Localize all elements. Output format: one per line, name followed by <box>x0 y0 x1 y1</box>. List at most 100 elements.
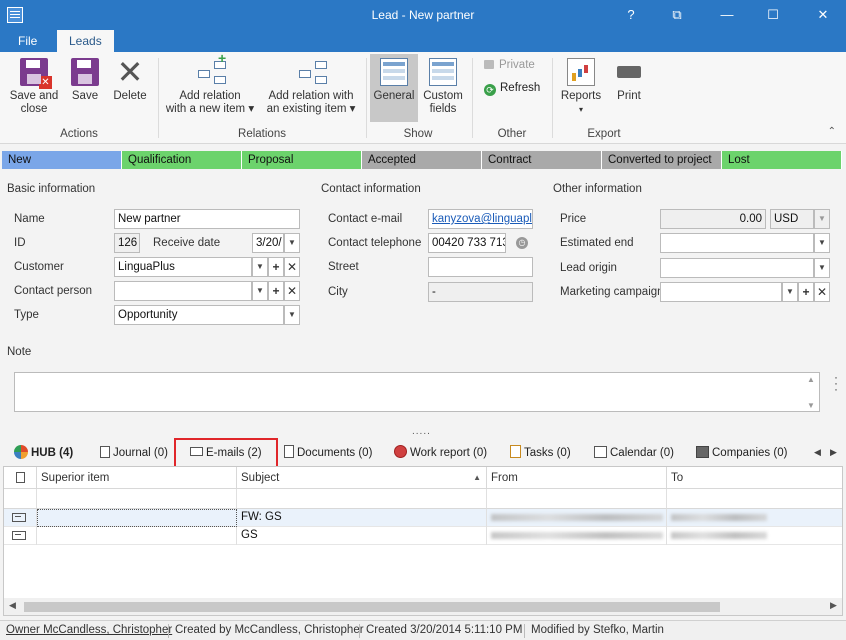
marketing-campaign-input[interactable] <box>660 282 782 302</box>
tab-scroll-left-icon[interactable]: ◀ <box>814 447 821 458</box>
row-from[interactable] <box>487 527 667 545</box>
scroll-left-icon[interactable]: ◀ <box>9 600 16 611</box>
marketing-campaign-add-icon[interactable]: + <box>798 282 814 302</box>
row-superior-item[interactable] <box>37 509 237 527</box>
contact-email-input[interactable]: kanyzova@linguaplu <box>428 209 533 229</box>
reports-dropdown-icon: ▾ <box>578 105 583 114</box>
row-subject[interactable]: GS <box>237 527 487 545</box>
clock-icon[interactable]: ◷ <box>516 237 528 249</box>
collapse-ribbon-icon[interactable]: ⌃ <box>828 126 836 137</box>
estimated-end-dropdown-icon[interactable]: ▼ <box>814 233 830 253</box>
column-to[interactable]: To <box>667 467 842 489</box>
add-relation-existing-button[interactable]: Add relation with an existing item ▾ <box>262 58 360 116</box>
tab-scroll-right-icon[interactable]: ▶ <box>830 447 837 458</box>
stage-bar: New Qualification Proposal Accepted Cont… <box>0 151 846 169</box>
horizontal-scrollbar[interactable]: ◀ ▶ <box>4 598 842 615</box>
restore-icon[interactable]: ⧉ <box>654 0 700 30</box>
row-superior-item[interactable] <box>37 527 237 545</box>
type-select[interactable]: Opportunity <box>114 305 284 325</box>
contact-person-add-icon[interactable]: + <box>268 281 284 301</box>
add-relation-new-button[interactable]: + Add relation with a new item ▾ <box>164 51 256 116</box>
stage-new[interactable]: New <box>2 151 122 169</box>
more-options-icon[interactable]: · · · <box>834 371 838 395</box>
filter-subject[interactable] <box>237 489 487 509</box>
name-input[interactable]: New partner <box>114 209 300 229</box>
receive-date-label: Receive date <box>153 237 221 249</box>
save-and-close-button[interactable]: ✕ Save and close <box>6 58 62 116</box>
stage-proposal[interactable]: Proposal <box>242 151 362 169</box>
note-textarea[interactable]: ▲ ▼ <box>14 372 820 412</box>
column-subject[interactable]: Subject ▲ <box>237 467 487 489</box>
table-row[interactable]: FW: GS <box>4 509 842 527</box>
filter-from[interactable] <box>487 489 667 509</box>
tab-journal[interactable]: Journal (0) <box>100 444 168 464</box>
contact-person-clear-icon[interactable]: ✕ <box>284 281 300 301</box>
stage-lost[interactable]: Lost <box>722 151 842 169</box>
scrollbar-thumb[interactable] <box>24 602 720 612</box>
stage-accepted[interactable]: Accepted <box>362 151 482 169</box>
row-to[interactable] <box>667 509 842 527</box>
owner-link[interactable]: Owner McCandless, Christopher <box>6 624 172 636</box>
lead-origin-select[interactable] <box>660 258 814 278</box>
tab-documents[interactable]: Documents (0) <box>284 444 372 464</box>
reports-icon <box>567 58 595 86</box>
custom-fields-button[interactable]: Custom fields <box>420 58 466 116</box>
receive-date-dropdown-icon[interactable]: ▼ <box>284 233 300 253</box>
filter-cell[interactable] <box>4 489 37 509</box>
contact-person-input[interactable] <box>114 281 252 301</box>
refresh-button[interactable]: ⟳ Refresh <box>484 81 540 96</box>
column-from[interactable]: From <box>487 467 667 489</box>
splitter-handle[interactable]: ..... <box>412 426 431 437</box>
general-view-button[interactable]: General <box>370 54 418 122</box>
tab-work-report[interactable]: Work report (0) <box>394 444 487 464</box>
table-row[interactable]: GS <box>4 527 842 545</box>
print-button[interactable]: Print <box>608 58 650 103</box>
lead-origin-dropdown-icon[interactable]: ▼ <box>814 258 830 278</box>
type-dropdown-icon[interactable]: ▼ <box>284 305 300 325</box>
marketing-campaign-clear-icon[interactable]: ✕ <box>814 282 830 302</box>
tab-tasks[interactable]: Tasks (0) <box>510 444 571 464</box>
minimize-button[interactable]: — <box>704 0 750 30</box>
customer-input[interactable]: LinguaPlus <box>114 257 252 277</box>
delete-button[interactable]: ✕ Delete <box>108 54 152 103</box>
filter-to[interactable] <box>667 489 842 509</box>
tab-emails[interactable]: E-mails (2) <box>174 438 278 468</box>
column-type-header[interactable] <box>4 467 37 489</box>
contact-person-dropdown-icon[interactable]: ▼ <box>252 281 268 301</box>
tab-hub[interactable]: HUB (4) <box>14 444 73 464</box>
help-button[interactable]: ? <box>608 0 654 30</box>
note-scrollbar[interactable]: ▲ ▼ <box>803 373 819 411</box>
stage-qualification[interactable]: Qualification <box>122 151 242 169</box>
group-show: Show <box>403 128 433 140</box>
scroll-right-icon[interactable]: ▶ <box>830 600 837 611</box>
tab-file[interactable]: File <box>6 30 49 52</box>
stage-converted-to-project[interactable]: Converted to project <box>602 151 722 169</box>
ribbon-separator <box>552 58 553 138</box>
stage-contract[interactable]: Contract <box>482 151 602 169</box>
row-to[interactable] <box>667 527 842 545</box>
filter-superior-item[interactable] <box>37 489 237 509</box>
price-label: Price <box>560 213 587 225</box>
column-superior-item[interactable]: Superior item <box>37 467 237 489</box>
receive-date-input[interactable]: 3/20/ <box>252 233 284 253</box>
close-button[interactable]: ✕ <box>800 0 846 30</box>
row-subject[interactable]: FW: GS <box>237 509 487 527</box>
tab-companies[interactable]: Companies (0) <box>696 444 787 464</box>
contact-telephone-input[interactable]: 00420 733 713 <box>428 233 506 253</box>
street-input[interactable] <box>428 257 533 277</box>
maximize-button[interactable]: ☐ <box>750 0 796 30</box>
customer-clear-icon[interactable]: ✕ <box>284 257 300 277</box>
tab-calendar[interactable]: Calendar (0) <box>594 444 674 464</box>
customer-dropdown-icon[interactable]: ▼ <box>252 257 268 277</box>
note-label: Note <box>7 346 32 358</box>
marketing-campaign-dropdown-icon[interactable]: ▼ <box>782 282 798 302</box>
save-button[interactable]: Save <box>66 58 104 103</box>
estimated-end-input[interactable] <box>660 233 814 253</box>
private-button[interactable]: Private <box>484 58 535 72</box>
customer-add-icon[interactable]: + <box>268 257 284 277</box>
row-from[interactable] <box>487 509 667 527</box>
reports-button[interactable]: Reports ▾ <box>558 58 604 116</box>
tab-leads[interactable]: Leads <box>57 30 114 52</box>
delete-icon: ✕ <box>116 54 144 90</box>
relation-existing-icon <box>297 58 327 86</box>
